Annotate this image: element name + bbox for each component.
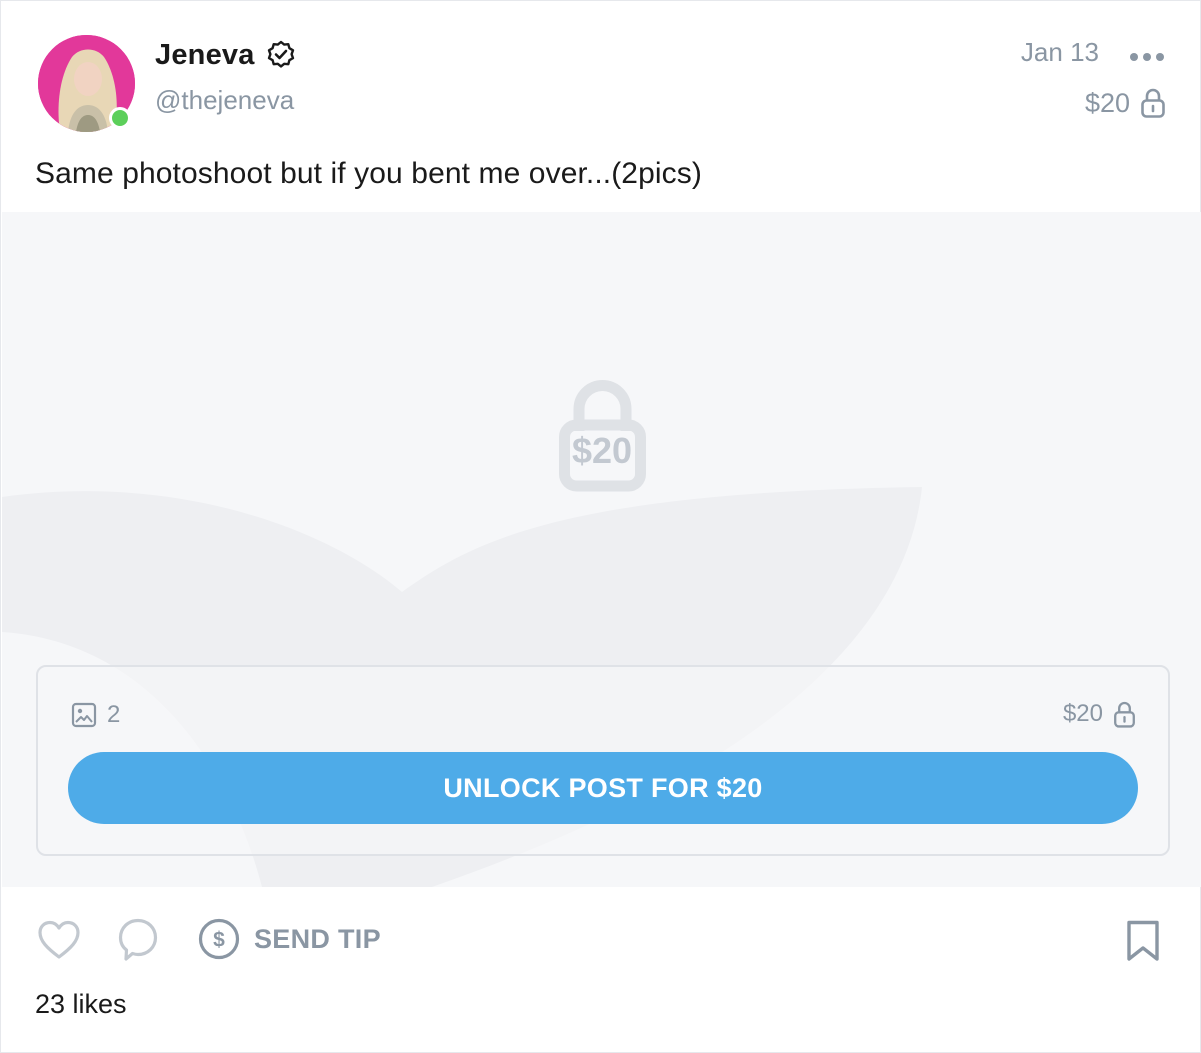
- dot: [1156, 53, 1164, 61]
- dollar-coin-icon: $: [198, 918, 240, 960]
- locked-media-area: $20 2 $20 UNLOCK POST FOR $20: [2, 212, 1201, 887]
- unlock-panel-price: $20: [1063, 697, 1136, 731]
- heart-icon[interactable]: [37, 919, 81, 961]
- post-caption: Same photoshoot but if you bent me over.…: [35, 157, 702, 190]
- svg-text:$: $: [213, 929, 225, 952]
- author-handle[interactable]: @thejeneva: [155, 85, 294, 116]
- comment-icon[interactable]: [117, 917, 159, 963]
- dot: [1143, 53, 1151, 61]
- lock-icon: [1114, 701, 1135, 728]
- more-dots-icon[interactable]: [1130, 45, 1164, 69]
- post-price: $20: [1085, 85, 1166, 121]
- unlock-panel: 2 $20 UNLOCK POST FOR $20: [36, 665, 1170, 856]
- media-count: 2: [71, 700, 120, 730]
- image-icon: [71, 702, 97, 728]
- verified-badge-icon: [267, 40, 294, 68]
- post-price-label: $20: [1084, 87, 1130, 118]
- author-display-name[interactable]: Jeneva: [155, 39, 255, 72]
- post-card: Jeneva @thejeneva Jan 13 $20 Same photos…: [0, 0, 1201, 1053]
- dot: [1130, 53, 1138, 61]
- media-count-value: 2: [107, 701, 121, 728]
- bookmark-icon[interactable]: [1124, 919, 1162, 963]
- overlay-price: $20: [571, 430, 633, 471]
- likes-count[interactable]: 23 likes: [35, 989, 127, 1020]
- post-date[interactable]: Jan 13: [1021, 37, 1099, 68]
- unlock-panel-price-label: $20: [1062, 700, 1103, 727]
- lock-icon: [1141, 88, 1165, 118]
- online-status-indicator: [109, 107, 131, 129]
- send-tip-button[interactable]: $ SEND TIP: [198, 917, 381, 961]
- author-name-row: Jeneva: [155, 35, 297, 75]
- unlock-post-button[interactable]: UNLOCK POST FOR $20: [68, 752, 1138, 824]
- send-tip-label: SEND TIP: [254, 923, 381, 954]
